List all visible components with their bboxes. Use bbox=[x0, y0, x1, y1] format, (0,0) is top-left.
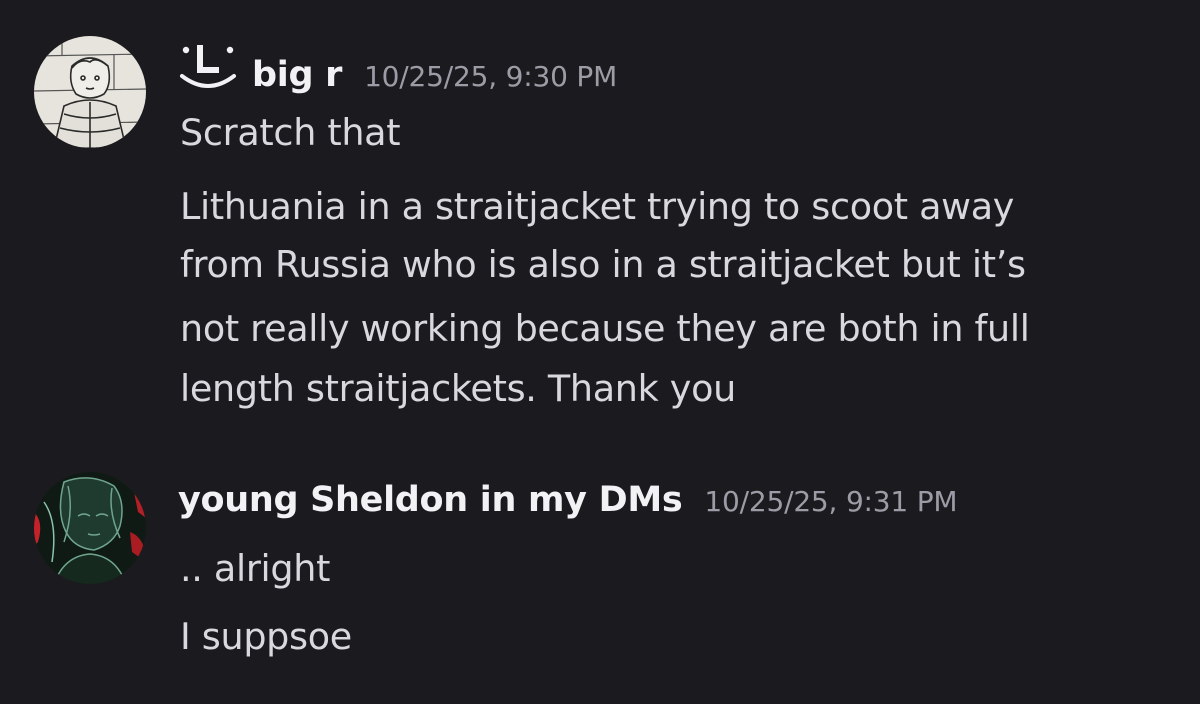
message-text: from Russia who is also in a straitjacke… bbox=[180, 243, 1026, 286]
timestamp: 10/25/25, 9:30 PM bbox=[364, 60, 618, 93]
user-avatar[interactable] bbox=[34, 36, 146, 148]
username[interactable]: young Sheldon in my DMs bbox=[178, 480, 683, 520]
message-header: big r 10/25/25, 9:30 PM bbox=[178, 38, 617, 98]
username[interactable]: big r bbox=[252, 55, 342, 95]
sketch-avatar-icon bbox=[34, 36, 146, 148]
timestamp: 10/25/25, 9:31 PM bbox=[704, 485, 958, 518]
message-header: young Sheldon in my DMs 10/25/25, 9:31 P… bbox=[178, 480, 958, 540]
message-text: length straitjackets. Thank you bbox=[180, 367, 736, 410]
message-text: I suppsoe bbox=[180, 615, 352, 658]
user-avatar[interactable] bbox=[34, 472, 146, 584]
message-text: Scratch that bbox=[180, 111, 401, 154]
message-text: .. alright bbox=[180, 547, 331, 590]
message-text: Lithuania in a straitjacket trying to sc… bbox=[180, 185, 1015, 228]
smile-l-icon bbox=[178, 44, 238, 96]
message-text: not really working because they are both… bbox=[180, 307, 1030, 350]
dark-green-avatar-icon bbox=[34, 472, 146, 584]
